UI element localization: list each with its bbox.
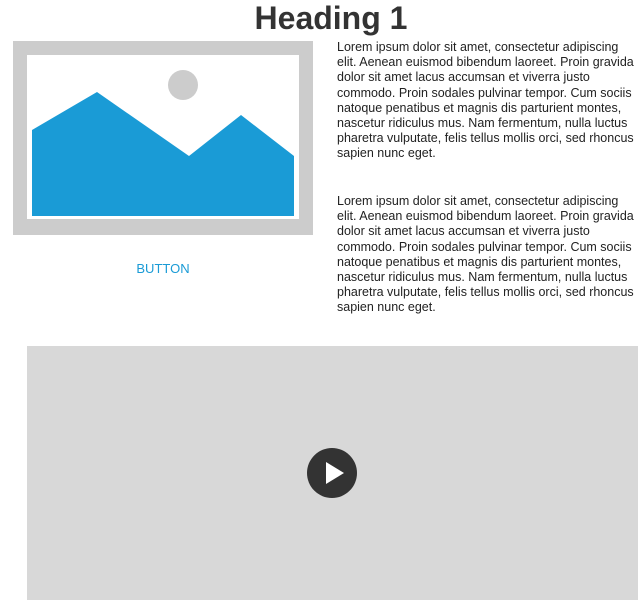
page-heading: Heading 1: [254, 0, 408, 36]
image-placeholder-icon: [32, 70, 294, 216]
image-placeholder: [13, 41, 313, 235]
paragraph-2: Lorem ipsum dolor sit amet, consectetur …: [337, 194, 634, 315]
video-player[interactable]: [27, 346, 638, 600]
paragraph-1: Lorem ipsum dolor sit amet, consectetur …: [337, 40, 634, 161]
sun-shape: [168, 70, 198, 100]
mountain-shape: [32, 92, 294, 216]
play-icon[interactable]: [307, 448, 357, 498]
primary-button[interactable]: BUTTON: [13, 258, 313, 280]
image-placeholder-inner: [27, 55, 299, 219]
